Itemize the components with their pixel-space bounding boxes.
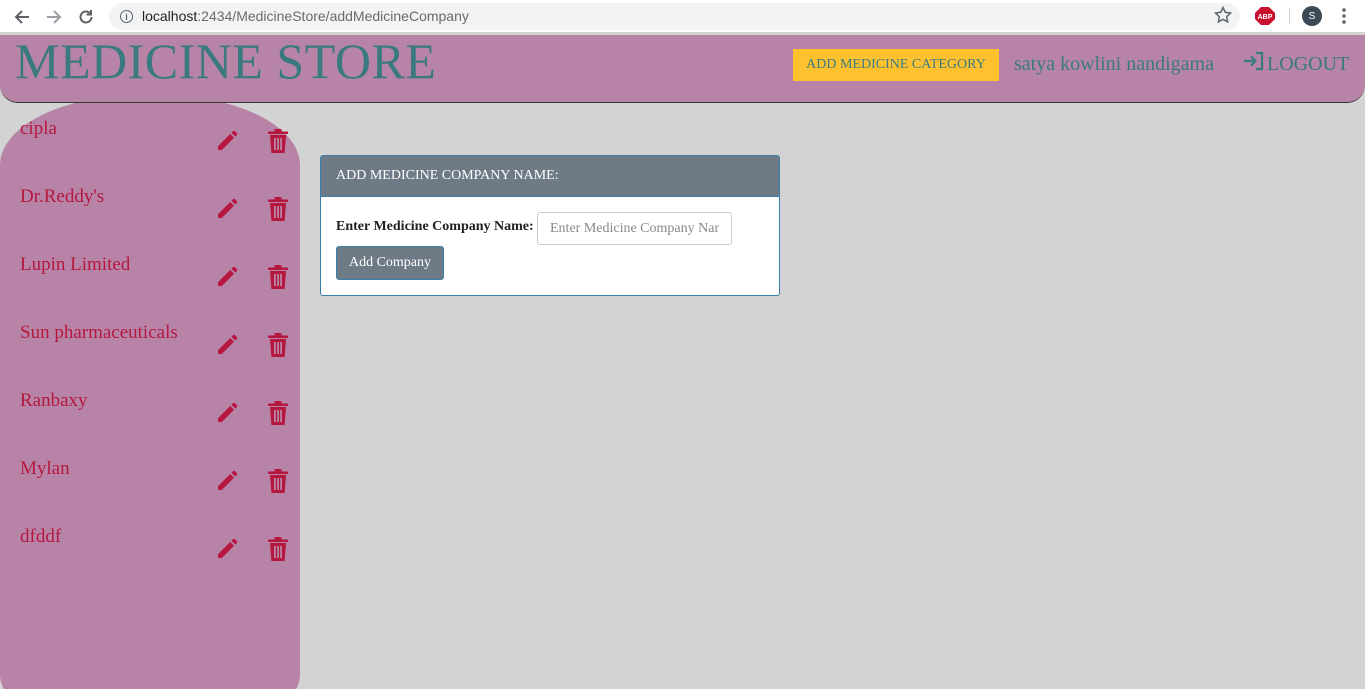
add-company-card: ADD MEDICINE COMPANY NAME: Enter Medicin… (320, 155, 780, 296)
company-item: Sun pharmaceuticals (0, 322, 300, 390)
company-name[interactable]: Dr.Reddy's (20, 186, 104, 208)
company-item: cipla (0, 118, 300, 186)
address-bar[interactable]: i localhost:2434/MedicineStore/addMedici… (109, 3, 1240, 30)
delete-trash-icon[interactable] (266, 536, 290, 562)
company-name[interactable]: cipla (20, 118, 57, 140)
company-sidebar: cipla Dr.Reddy's Lupin Limited Sun pharmace… (0, 95, 300, 689)
url-path: :2434/MedicineStore/addMedicineCompany (197, 8, 469, 24)
add-company-button[interactable]: Add Company (336, 246, 444, 280)
edit-pencil-icon[interactable] (215, 197, 239, 221)
add-medicine-category-button[interactable]: ADD MEDICINE CATEGORY (793, 49, 999, 81)
url-text[interactable]: localhost:2434/MedicineStore/addMedicine… (142, 8, 469, 24)
delete-trash-icon[interactable] (266, 264, 290, 290)
browser-toolbar: i localhost:2434/MedicineStore/addMedici… (0, 0, 1365, 33)
edit-pencil-icon[interactable] (215, 537, 239, 561)
company-name[interactable]: Lupin Limited (20, 254, 130, 276)
company-item: Ranbaxy (0, 390, 300, 458)
delete-trash-icon[interactable] (266, 400, 290, 426)
info-icon[interactable]: i (120, 10, 133, 23)
company-name[interactable]: Sun pharmaceuticals (20, 322, 178, 344)
company-name[interactable]: Ranbaxy (20, 390, 88, 412)
company-name-label: Enter Medicine Company Name: (336, 219, 534, 234)
app-header: MEDICINE STORE ADD MEDICINE CATEGORY sat… (0, 35, 1365, 103)
brand-title: MEDICINE STORE (15, 33, 437, 89)
card-title: ADD MEDICINE COMPANY NAME: (321, 156, 779, 197)
url-host: localhost (142, 8, 198, 24)
company-item: Mylan (0, 458, 300, 526)
username: satya kowlini nandigama (1014, 53, 1214, 75)
company-name[interactable]: Mylan (20, 458, 70, 480)
reload-icon[interactable] (75, 6, 97, 28)
company-name[interactable]: dfddf (20, 526, 61, 548)
delete-trash-icon[interactable] (266, 332, 290, 358)
edit-pencil-icon[interactable] (215, 333, 239, 357)
company-item: dfddf (0, 526, 300, 594)
edit-pencil-icon[interactable] (215, 265, 239, 289)
logout-label: LOGOUT (1267, 52, 1350, 75)
edit-pencil-icon[interactable] (215, 129, 239, 153)
forward-arrow-icon[interactable] (43, 6, 65, 28)
delete-trash-icon[interactable] (266, 468, 290, 494)
card-body: Enter Medicine Company Name: Add Company (321, 197, 779, 295)
profile-avatar[interactable]: S (1302, 6, 1322, 26)
logout-icon (1243, 51, 1265, 77)
adblock-icon[interactable]: ABP (1255, 7, 1275, 25)
company-item: Dr.Reddy's (0, 186, 300, 254)
delete-trash-icon[interactable] (266, 128, 290, 154)
logout-link[interactable]: LOGOUT (1243, 51, 1349, 77)
delete-trash-icon[interactable] (266, 196, 290, 222)
edit-pencil-icon[interactable] (215, 401, 239, 425)
back-arrow-icon[interactable] (11, 6, 33, 28)
adblock-label: ABP (1258, 14, 1273, 21)
toolbar-divider (1289, 8, 1290, 24)
company-item: Lupin Limited (0, 254, 300, 322)
bookmark-star-icon[interactable] (1213, 5, 1233, 25)
menu-kebab-icon[interactable] (1336, 7, 1352, 25)
edit-pencil-icon[interactable] (215, 469, 239, 493)
company-name-input[interactable] (537, 212, 732, 245)
